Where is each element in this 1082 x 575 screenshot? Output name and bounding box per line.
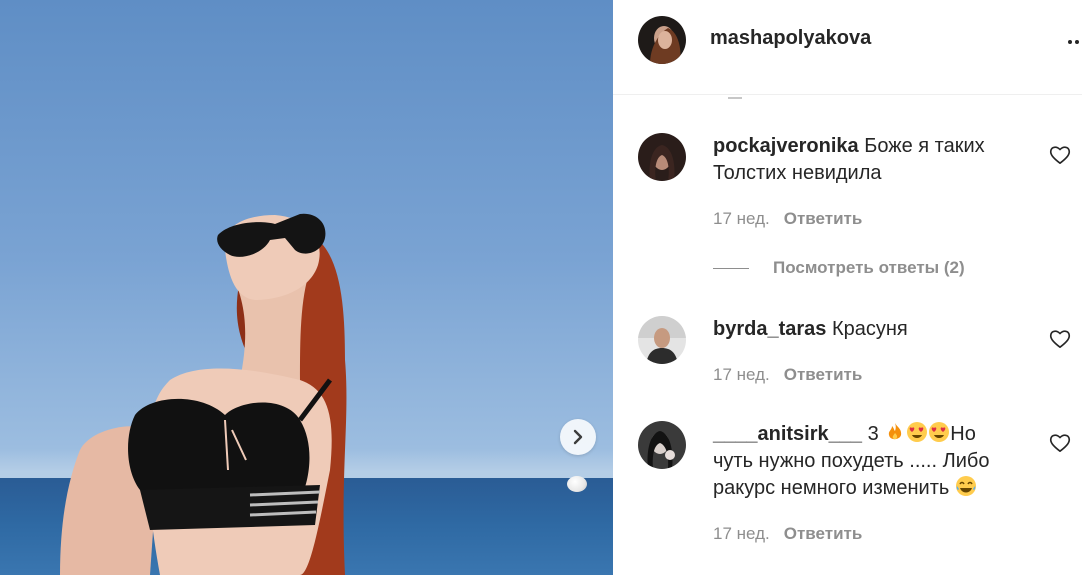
commenter-avatar[interactable] [638, 133, 686, 181]
comment-text: pockajveronika Боже я таких Толстих неви… [713, 133, 1013, 187]
heart-outline-icon [1049, 146, 1071, 164]
fire-emoji-icon [889, 423, 902, 440]
comment-meta: 17 нед. Ответить [713, 365, 862, 385]
comment-text: byrda_taras Красуня [713, 316, 1013, 343]
comment-username[interactable]: pockajveronika [713, 135, 859, 157]
tears-of-joy-emoji-icon [955, 476, 976, 496]
post-header: mashapolyakova [613, 0, 1082, 95]
comment-meta: 17 нед. Ответить [713, 209, 862, 229]
comment-text: ____anitsirk___ 3 Но чуть нужно похудеть… [713, 421, 1013, 502]
reply-button[interactable]: Ответить [784, 524, 863, 543]
comment-time[interactable]: 17 нед. [713, 365, 770, 384]
commenter-avatar[interactable] [638, 316, 686, 364]
commenter-avatar[interactable] [638, 421, 686, 469]
comment-time[interactable]: 17 нед. [713, 524, 770, 543]
comment-time[interactable]: 17 нед. [713, 209, 770, 228]
heart-eyes-emoji-icon [907, 422, 928, 442]
comment-username[interactable]: byrda_taras [713, 318, 826, 340]
reply-button[interactable]: Ответить [784, 365, 863, 384]
view-replies-label: Посмотреть ответы (2) [773, 258, 965, 277]
comment-meta: 17 нед. Ответить [713, 524, 862, 544]
like-comment-button[interactable] [1049, 329, 1071, 349]
heart-outline-icon [1049, 330, 1071, 348]
reply-button[interactable]: Ответить [784, 209, 863, 228]
post-photo [0, 0, 613, 575]
replies-divider-line [713, 267, 749, 269]
more-options-button[interactable] [1066, 28, 1082, 52]
heart-eyes-emoji-icon [929, 422, 950, 442]
more-options-icon [1068, 40, 1079, 44]
comment-body-part1: 3 [867, 423, 885, 445]
author-avatar[interactable] [638, 16, 686, 64]
chevron-right-icon [573, 429, 583, 445]
next-photo-button[interactable] [560, 419, 596, 455]
author-username[interactable]: mashapolyakova [710, 27, 871, 50]
like-comment-button[interactable] [1049, 433, 1071, 453]
heart-outline-icon [1049, 434, 1071, 452]
person-illustration [60, 213, 347, 575]
comments-panel: mashapolyakova pockajveronika Боже я так… [613, 0, 1082, 575]
comment-username[interactable]: ____anitsirk___ [713, 423, 862, 445]
comment-body: Красуня [831, 318, 908, 340]
scroll-hint [710, 96, 790, 102]
view-replies-button[interactable]: Посмотреть ответы (2) [713, 258, 965, 278]
like-comment-button[interactable] [1049, 145, 1071, 165]
